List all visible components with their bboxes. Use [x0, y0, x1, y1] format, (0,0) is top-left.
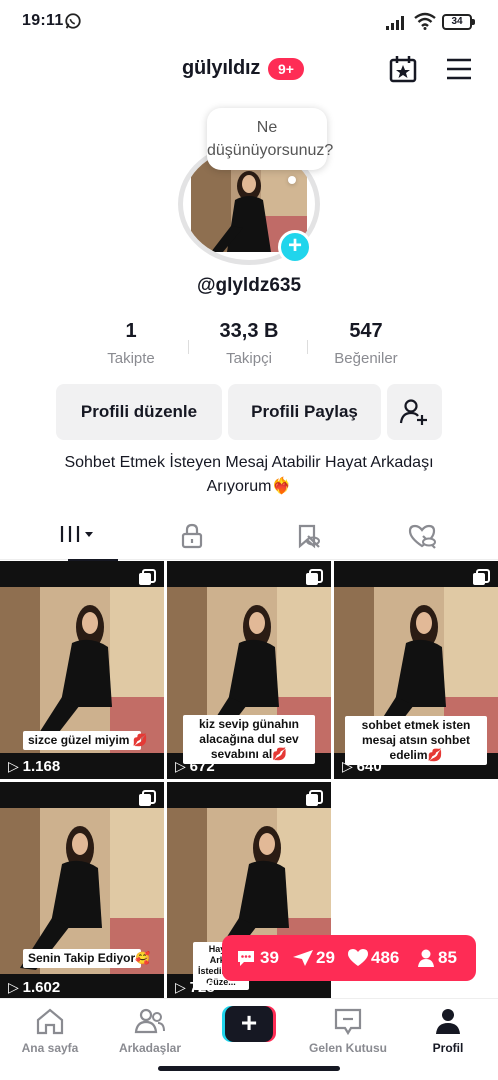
stat-followers[interactable]: 33,3 B Takipçi — [189, 320, 309, 367]
multi-photo-icon — [139, 790, 156, 806]
video-views: 728 — [175, 979, 215, 996]
bottom-nav: Ana sayfa Arkadaşlar + Gelen Kutusu Prof… — [0, 998, 498, 1058]
multi-photo-icon — [139, 569, 156, 585]
tab-liked[interactable] — [360, 510, 484, 560]
create-button[interactable]: + — [222, 1006, 276, 1042]
profile-handle: @glyldz635 — [196, 275, 302, 296]
heart-icon — [348, 949, 368, 966]
follower-count: 85 — [438, 948, 457, 967]
activity-popup[interactable]: 39 29 486 85 — [222, 935, 476, 981]
status-time: 19:11 — [22, 12, 64, 29]
status-bar: 19:11 34 — [0, 0, 498, 44]
video-views: 672 — [175, 758, 215, 775]
profile-username[interactable]: gülyıldız — [182, 57, 260, 80]
content-tabs — [0, 510, 498, 561]
multi-photo-icon — [306, 790, 323, 806]
video-caption: kiz sevip günahın alacağına dul sev seva… — [183, 715, 315, 764]
add-friend-button[interactable] — [387, 384, 442, 440]
home-icon — [36, 1008, 64, 1035]
whatsapp-icon — [65, 13, 81, 29]
nav-friends[interactable]: Arkadaşlar — [100, 1007, 200, 1055]
stat-label: Beğeniler — [334, 350, 398, 367]
tab-videos[interactable] — [16, 510, 140, 561]
stat-likes[interactable]: 547 Beğeniler — [306, 320, 426, 367]
heart-hidden-icon — [408, 524, 436, 549]
battery-icon: 34 — [442, 14, 475, 30]
multi-photo-icon — [473, 569, 490, 585]
thought-bubble[interactable]: Ne düşünüyorsunuz? — [207, 108, 333, 170]
video-tile[interactable]: sizce güzel miyim 💋 1.168 — [0, 561, 164, 779]
video-caption: sizce güzel miyim 💋 — [23, 731, 148, 750]
thought-bubble-dot — [288, 176, 296, 184]
person-icon — [418, 949, 434, 967]
video-thumbnail — [0, 587, 164, 753]
add-avatar-button[interactable]: + — [278, 230, 312, 264]
profile-header: gülyıldız 9+ — [0, 48, 498, 92]
video-tile[interactable]: kiz sevip günahın alacağına dul sev seva… — [167, 561, 331, 779]
nav-label: Arkadaşlar — [118, 1041, 182, 1055]
share-icon — [293, 950, 313, 966]
home-indicator[interactable] — [158, 1066, 340, 1071]
nav-label: Ana sayfa — [21, 1041, 79, 1055]
plus-icon: + — [225, 1006, 273, 1042]
friends-icon — [134, 1008, 165, 1034]
video-views: 1.602 — [8, 979, 61, 996]
nav-label: Gelen Kutusu — [308, 1041, 387, 1055]
stat-following[interactable]: 1 Takipte — [71, 320, 191, 367]
bookmark-hidden-icon — [298, 524, 320, 549]
share-count: 29 — [316, 948, 335, 967]
profile-icon — [436, 1009, 460, 1034]
signal-icon — [386, 16, 404, 30]
stat-value: 547 — [349, 320, 383, 342]
video-views: 640 — [342, 758, 382, 775]
calendar-star-icon[interactable] — [388, 54, 418, 84]
nav-home[interactable]: Ana sayfa — [0, 1007, 100, 1055]
multi-photo-icon — [306, 569, 323, 585]
inbox-icon — [334, 1008, 362, 1035]
edit-profile-button[interactable]: Profili düzenle — [56, 384, 222, 440]
stat-label: Takipte — [107, 350, 155, 367]
add-user-icon — [399, 399, 427, 425]
video-views: 1.168 — [8, 758, 61, 775]
stat-label: Takipçi — [226, 350, 272, 367]
stat-value: 33,3 B — [219, 320, 279, 342]
stat-value: 1 — [125, 320, 137, 342]
share-profile-button[interactable]: Profili Paylaş — [228, 384, 381, 440]
tab-reposts[interactable] — [246, 510, 370, 560]
comment-icon — [238, 951, 254, 966]
video-caption: Senin Takip Ediyor🥰 — [23, 949, 150, 968]
video-tile[interactable]: sohbet etmek isten mesaj atsın sohbet ed… — [334, 561, 498, 779]
nav-label: Profil — [432, 1041, 464, 1055]
tab-private[interactable] — [130, 510, 254, 560]
wifi-icon — [414, 12, 436, 30]
profile-bio: Sohbet Etmek İsteyen Mesaj Atabilir Haya… — [64, 454, 434, 495]
video-tile[interactable]: Senin Takip Ediyor🥰 1.602 — [0, 782, 164, 1000]
comment-count: 39 — [260, 948, 279, 967]
nav-inbox[interactable]: Gelen Kutusu — [298, 1007, 398, 1055]
menu-icon[interactable] — [444, 56, 474, 82]
like-count: 486 — [371, 948, 400, 967]
nav-profile[interactable]: Profil — [398, 1007, 498, 1055]
lock-icon — [181, 523, 203, 549]
notification-badge[interactable]: 9+ — [268, 58, 304, 80]
grid-icon — [60, 526, 93, 542]
